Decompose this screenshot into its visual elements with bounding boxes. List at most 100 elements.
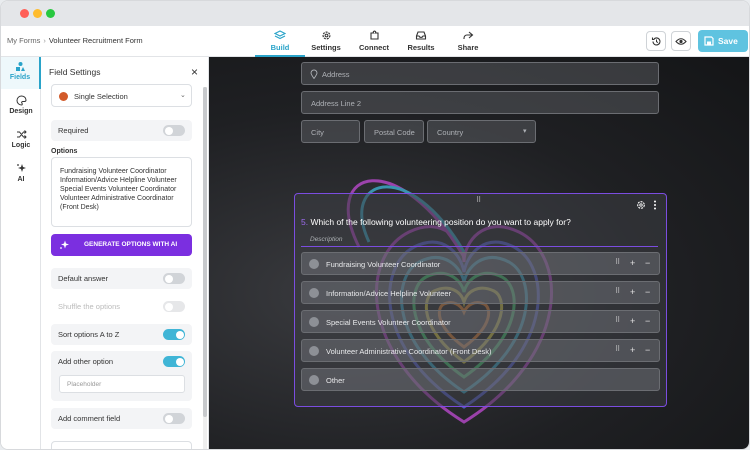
nav-logic-label: Logic [11, 142, 31, 149]
breadcrumb-root[interactable]: My Forms [7, 36, 40, 45]
comment-toggle[interactable] [163, 413, 185, 424]
required-label: Required [58, 126, 89, 135]
question-title[interactable]: 5. Which of the following volunteering p… [301, 217, 571, 227]
tab-results-label: Results [407, 43, 435, 52]
shuffle-row: Shuffle the options [51, 296, 192, 317]
tab-build[interactable]: Build [255, 28, 305, 57]
radio-button[interactable] [309, 288, 319, 298]
tab-settings-label: Settings [311, 43, 341, 52]
history-icon [651, 37, 660, 46]
plus-icon[interactable]: + [630, 345, 635, 355]
drag-handle-icon[interactable]: ⠿ [615, 316, 620, 326]
description-underline [301, 246, 658, 247]
drag-handle-icon[interactable]: ⠿ [476, 196, 482, 204]
shuffle-icon [16, 130, 27, 139]
generate-options-ai-button[interactable]: GENERATE OPTIONS WITH AI [51, 234, 192, 256]
history-button[interactable] [646, 31, 666, 51]
radio-button[interactable] [309, 259, 319, 269]
plus-icon[interactable]: + [630, 287, 635, 297]
radio-button[interactable] [309, 375, 319, 385]
option-label: Information/Advice Helpline Volunteer [326, 289, 452, 298]
address-line2-placeholder: Address Line 2 [311, 99, 362, 108]
layers-icon [274, 30, 286, 40]
other-placeholder-text: Placeholder [67, 381, 102, 388]
minimize-window-icon[interactable] [33, 9, 42, 18]
save-button-label: Save [718, 36, 738, 46]
inbox-icon [415, 31, 427, 40]
gear-icon [321, 31, 331, 40]
tab-build-label: Build [270, 43, 290, 52]
address-input[interactable]: Address [301, 62, 659, 85]
minus-icon[interactable]: − [645, 258, 650, 268]
plus-icon[interactable]: + [630, 316, 635, 326]
sparkle-icon [16, 164, 26, 172]
option-row[interactable]: Fundraising Volunteer Coordinator ⠿ + − [301, 252, 660, 275]
postal-code-placeholder: Postal Code [374, 128, 415, 137]
nav-ai[interactable]: AI [1, 159, 41, 191]
option-label: Fundraising Volunteer Coordinator [326, 260, 441, 269]
save-button[interactable]: Save [698, 30, 748, 52]
question-card[interactable]: ⠿ 5. Which of the following volunteering… [294, 193, 667, 407]
field-type-select[interactable]: Single Selection ⌄ [51, 84, 192, 107]
tab-share-label: Share [457, 43, 479, 52]
app-window: My Forms › Volunteer Recruitment Form Buil… [0, 0, 750, 450]
close-window-icon[interactable] [20, 9, 29, 18]
drag-handle-icon[interactable]: ⠿ [615, 258, 620, 268]
option-row[interactable]: Special Events Volunteer Coordinator ⠿ +… [301, 310, 660, 333]
option-row[interactable]: Volunteer Administrative Coordinator (Fr… [301, 339, 660, 362]
gear-icon[interactable] [636, 200, 646, 210]
country-placeholder: Country [437, 128, 464, 137]
radio-button[interactable] [309, 346, 319, 356]
shapes-icon [15, 62, 25, 71]
default-answer-label: Default answer [58, 274, 109, 283]
other-placeholder-input[interactable]: Placeholder [59, 375, 185, 393]
window-titlebar [1, 1, 749, 26]
minus-icon[interactable]: − [645, 287, 650, 297]
minus-icon[interactable]: − [645, 316, 650, 326]
next-setting-row [51, 441, 192, 449]
sort-label: Sort options A to Z [58, 330, 120, 339]
form-canvas: Address Address Line 2 City Postal Code … [209, 57, 749, 449]
nav-logic[interactable]: Logic [1, 125, 41, 157]
country-select[interactable]: Country ▾ [427, 120, 536, 143]
radio-button[interactable] [309, 317, 319, 327]
tab-settings[interactable]: Settings [301, 28, 351, 57]
preview-button[interactable] [671, 31, 691, 51]
default-answer-toggle[interactable] [163, 273, 185, 284]
default-answer-row: Default answer [51, 268, 192, 289]
more-vertical-icon[interactable] [653, 200, 657, 210]
shuffle-label: Shuffle the options [58, 302, 120, 311]
address-line2-input[interactable]: Address Line 2 [301, 91, 659, 114]
chevron-down-icon: ▾ [523, 128, 527, 135]
minus-icon[interactable]: − [645, 345, 650, 355]
plus-icon[interactable]: + [630, 258, 635, 268]
sort-row: Sort options A to Z [51, 324, 192, 345]
option-row-other[interactable]: Other [301, 368, 660, 391]
add-other-toggle[interactable] [163, 356, 185, 367]
options-label: Options [51, 148, 78, 155]
tab-connect[interactable]: Connect [349, 28, 399, 57]
question-description[interactable]: Description [310, 236, 343, 243]
sort-toggle[interactable] [163, 329, 185, 340]
tab-results[interactable]: Results [396, 28, 446, 57]
drag-handle-icon[interactable]: ⠿ [615, 345, 620, 355]
tab-share[interactable]: Share [443, 28, 493, 57]
city-input[interactable]: City [301, 120, 360, 143]
option-row[interactable]: Information/Advice Helpline Volunteer ⠿ … [301, 281, 660, 304]
left-nav: Fields Design Logic AI [1, 57, 41, 449]
question-number: 5. [301, 217, 309, 227]
panel-scrollbar-thumb[interactable] [203, 87, 207, 417]
field-type-value: Single Selection [74, 92, 128, 101]
drag-handle-icon[interactable]: ⠿ [615, 287, 620, 297]
nav-ai-label: AI [17, 176, 25, 183]
nav-fields[interactable]: Fields [1, 57, 41, 89]
postal-code-input[interactable]: Postal Code [364, 120, 424, 143]
single-selection-icon [59, 92, 68, 101]
nav-fields-label: Fields [9, 74, 31, 81]
options-textarea[interactable]: Fundraising Volunteer Coordinator Inform… [51, 157, 192, 227]
shuffle-toggle [163, 301, 185, 312]
required-toggle[interactable] [163, 125, 185, 136]
nav-design[interactable]: Design [1, 91, 41, 123]
maximize-window-icon[interactable] [46, 9, 55, 18]
close-panel-button[interactable]: × [191, 65, 198, 79]
